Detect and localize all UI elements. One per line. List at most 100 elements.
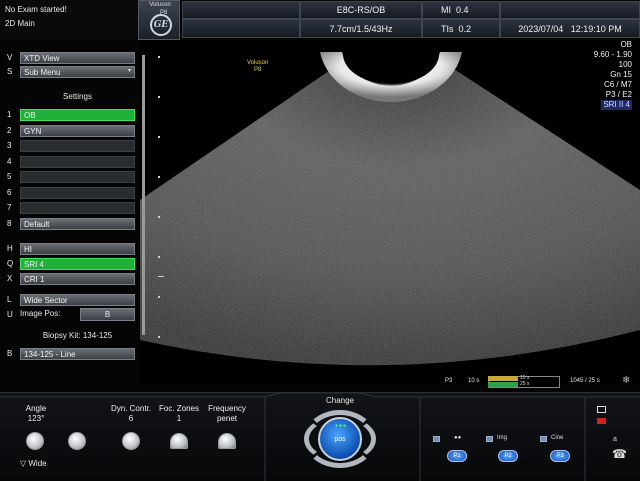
probe-overlay-id: P8 (254, 67, 262, 73)
tis-readout: TIs 0.2 (422, 19, 500, 38)
setting-button[interactable]: OB (20, 109, 135, 121)
info-sri: SRI II 4 (601, 100, 632, 110)
menu-key-setting: 8 (7, 218, 12, 228)
image-icon (486, 436, 493, 442)
biopsy-line-button[interactable]: 134-125 - Line (20, 348, 135, 360)
secondary-knob[interactable] (68, 432, 86, 450)
info-range: 9.60 - 1.90 (593, 50, 632, 59)
p3-button[interactable]: P3 (550, 450, 570, 462)
menu-key-q: Q (7, 259, 14, 268)
header-cell (500, 1, 640, 19)
scan-mode-text: 2D Main (5, 19, 35, 28)
cine-duration: 10 s (468, 378, 480, 384)
pos-label: pos (334, 436, 346, 443)
image-pos-button[interactable]: B (80, 308, 135, 321)
mi-readout: MI 0.4 (422, 1, 500, 19)
pos-indicator-dots: ●●● (334, 423, 348, 429)
cine-bar-fill-top (488, 376, 518, 381)
knob-label-frequency: Frequency penet (208, 404, 246, 423)
knob-label-dyn-contr: Dyn. Contr. 6 (110, 404, 151, 423)
info-gain: Gn 15 (610, 70, 632, 79)
menu-key-setting: 4 (7, 156, 12, 166)
info-preset: OB (620, 40, 632, 49)
probe-overlay-name: Voluson (247, 60, 269, 66)
menu-key-v: V (7, 53, 13, 62)
date-text: 2023/07/04 (518, 24, 564, 34)
xtd-view-button[interactable]: XTD View (20, 52, 135, 64)
setting-button[interactable] (20, 171, 135, 183)
menu-key-b: B (7, 349, 13, 358)
p1-dots: ●● (454, 435, 462, 441)
header-cell (182, 19, 300, 38)
setting-button[interactable] (20, 155, 135, 168)
probe-overlay-label: Voluson P8 (247, 60, 268, 74)
exam-status-text: No Exam started! (5, 5, 67, 14)
setting-button[interactable]: GYN (20, 124, 135, 137)
chevron-down-icon: ▾ (128, 68, 132, 74)
tis-value: 0.2 (458, 24, 472, 34)
biopsy-kit-title: Biopsy Kit: 134-125 (42, 331, 113, 340)
wide-label[interactable]: ▽ Wide (20, 459, 47, 468)
image-pos-label: Image Pos: (20, 309, 61, 318)
info-pe: P3 / E2 (605, 90, 632, 99)
menu-key-h: H (7, 244, 13, 253)
menu-key-x: X (7, 274, 13, 283)
ultrasound-sector (140, 24, 640, 366)
cri-button[interactable]: CRI 1 (20, 273, 135, 285)
menu-key-u: U (7, 310, 13, 319)
mi-value: 0.4 (456, 5, 469, 15)
angle-knob[interactable] (26, 432, 44, 450)
cine-icon (540, 436, 547, 442)
phone-icon[interactable]: ☎ (612, 447, 627, 461)
knob-label-angle: Angle 123° (25, 404, 47, 423)
setting-button[interactable] (20, 202, 135, 214)
settings-title: Settings (63, 92, 92, 101)
dyn-contr-knob[interactable] (122, 432, 140, 450)
menu-key-setting: 3 (7, 141, 12, 150)
frequency-knob[interactable] (218, 433, 236, 449)
record-icon[interactable] (597, 418, 606, 424)
freeze-icon: ❄ (622, 375, 631, 386)
p3-icon-label: Cine (551, 435, 564, 441)
time-text: 12:19:10 PM (570, 24, 622, 34)
menu-key-setting: 5 (7, 172, 12, 181)
cine-bar-fill-bottom (488, 382, 518, 387)
sri-button[interactable]: SRI 4 (20, 258, 135, 270)
p2-icon-label: Img (497, 435, 508, 441)
ultrasound-image[interactable] (140, 24, 640, 385)
brand-name: Voluson (149, 2, 171, 8)
p1-button[interactable]: P1 (447, 450, 467, 462)
sub-menu-button[interactable]: Sub Menu (20, 66, 135, 78)
speckle-texture (140, 60, 640, 366)
menu-key-l: L (7, 295, 12, 304)
status-panel: No Exam started! 2D Main (0, 0, 140, 40)
info-power: 100 (618, 60, 632, 69)
foc-zones-knob[interactable] (170, 433, 188, 449)
setting-button[interactable] (20, 140, 135, 152)
mi-label: MI (441, 5, 451, 15)
cine-bar-label-bottom: 25 s (520, 381, 530, 387)
menu-key-setting: 2 (7, 125, 12, 135)
menu-key-setting: 1 (7, 110, 12, 119)
cine-probe: P3 (445, 378, 453, 384)
knob-label-foc-zones: Foc. Zones 1 (158, 404, 199, 423)
info-cm: C6 / M7 (603, 80, 632, 89)
depth-scale-bar (142, 55, 145, 335)
change-label: Change (325, 396, 355, 405)
p2-button[interactable]: P2 (498, 450, 518, 462)
cine-count: 1045 / 25 s (570, 378, 600, 384)
hi-button[interactable]: HI (20, 243, 135, 255)
ge-logo-icon: GE (150, 14, 172, 36)
header-cell (182, 1, 300, 19)
a-label: a (613, 436, 617, 443)
menu-key-setting: 7 (7, 203, 12, 212)
wide-sector-button[interactable]: Wide Sector (20, 294, 135, 306)
setting-button[interactable] (20, 186, 135, 199)
depth-frequency-label: 7.7cm/1.5/43Hz (300, 19, 422, 38)
datetime-readout: 2023/07/04 12:19:10 PM (500, 19, 640, 38)
preset-label: E8C-RS/OB (300, 1, 422, 19)
monitor-icon[interactable] (597, 406, 606, 413)
tis-label: TIs (441, 24, 454, 34)
menu-key-s: S (7, 67, 13, 76)
setting-button[interactable]: Default (20, 217, 135, 230)
